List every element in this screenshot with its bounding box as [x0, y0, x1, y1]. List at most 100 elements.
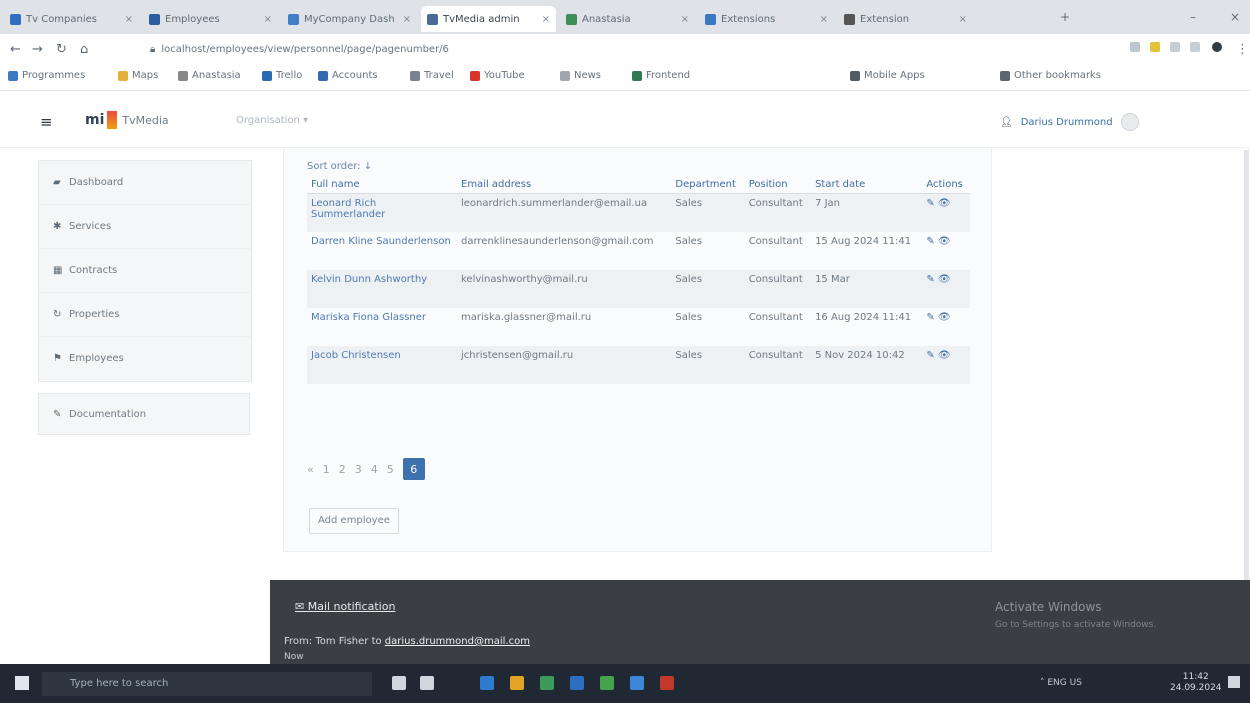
cell-name[interactable]: Kelvin Dunn Ashworthy: [307, 269, 457, 308]
minimize-icon[interactable]: –: [1190, 10, 1196, 24]
column-header-position[interactable]: Position: [744, 176, 812, 194]
cell-name[interactable]: Jacob Christensen: [307, 345, 457, 384]
cell-name[interactable]: Leonard Rich Summerlander: [307, 193, 457, 232]
notification-toast[interactable]: ✉︎ Mail notification From: Tom Fisher to…: [270, 580, 1250, 664]
close-window-icon[interactable]: ×: [1230, 10, 1240, 24]
taskbar-app-icon[interactable]: [630, 676, 644, 690]
taskbar-app-icon[interactable]: [600, 676, 614, 690]
browser-tab[interactable]: MyCompany Dash ×: [282, 6, 417, 32]
page-scrollbar[interactable]: [1244, 150, 1249, 580]
page-link[interactable]: 2: [339, 463, 346, 476]
browser-tab[interactable]: Employees ×: [143, 6, 278, 32]
extension-icon[interactable]: [1130, 42, 1140, 52]
url-input[interactable]: 🔒︎ localhost/employees/view/personnel/pag…: [150, 40, 670, 60]
close-icon[interactable]: ×: [816, 14, 828, 25]
row-actions[interactable]: ✎ 👁: [922, 232, 970, 270]
row-actions[interactable]: ✎ 👁: [922, 345, 970, 384]
bookmark-icon: [262, 70, 272, 81]
home-icon[interactable]: ⌂: [80, 42, 88, 57]
taskbar-app-icon[interactable]: [660, 676, 674, 690]
profile-icon[interactable]: [1212, 42, 1222, 52]
taskbar-search-input[interactable]: Type here to search: [42, 672, 372, 696]
user-menu[interactable]: 👤︎ Darius Drummond: [1000, 113, 1139, 131]
system-tray[interactable]: ˄ ENG US: [1040, 678, 1082, 688]
bookmark-item[interactable]: Anastasia: [178, 70, 241, 81]
task-view-icon[interactable]: [392, 676, 406, 690]
bookmark-item[interactable]: Travel: [410, 70, 454, 81]
row-actions[interactable]: ✎ 👁: [922, 308, 970, 346]
column-header-department[interactable]: Department: [671, 176, 745, 194]
close-icon[interactable]: ×: [399, 14, 411, 25]
notifications-icon[interactable]: [1228, 676, 1240, 688]
browser-tab[interactable]: Extension ×: [838, 6, 973, 32]
browser-tab-active[interactable]: TvMedia admin ×: [421, 6, 556, 32]
column-header-email[interactable]: Email address: [457, 176, 672, 194]
sidebar-item-dashboard[interactable]: ▰ Dashboard: [39, 161, 251, 205]
bookmark-item[interactable]: Other bookmarks: [1000, 70, 1101, 81]
column-header-date[interactable]: Start date: [811, 176, 923, 194]
close-icon[interactable]: ×: [677, 14, 689, 25]
sort-indicator[interactable]: Sort order: ↓: [307, 161, 372, 172]
column-header-name[interactable]: Full name: [307, 176, 457, 194]
page-current[interactable]: 6: [402, 458, 425, 480]
bookmark-item[interactable]: Mobile Apps: [850, 70, 925, 81]
sidebar-item-contracts[interactable]: ▦ Contracts: [39, 249, 251, 293]
sidebar-item-services[interactable]: ✱ Services: [39, 205, 251, 249]
menu-dots-icon[interactable]: ⋮: [1236, 42, 1249, 57]
page-link[interactable]: 3: [355, 463, 362, 476]
context-selector-label: Organisation: [236, 115, 300, 126]
bookmark-item[interactable]: YouTube: [470, 70, 525, 81]
edit-view-icons[interactable]: ✎ 👁: [926, 350, 950, 361]
hamburger-menu-icon[interactable]: ≡: [40, 113, 53, 131]
extension-icon[interactable]: [1170, 42, 1180, 52]
sidebar-item-properties[interactable]: ↻ Properties: [39, 293, 251, 337]
reload-icon[interactable]: ↻: [56, 42, 67, 57]
taskbar-app-icon[interactable]: [480, 676, 494, 690]
bookmark-item[interactable]: Frontend: [632, 70, 690, 81]
edit-view-icons[interactable]: ✎ 👁: [926, 236, 950, 247]
browser-tab[interactable]: Tv Companies ×: [4, 6, 139, 32]
close-icon[interactable]: ×: [260, 14, 272, 25]
page-prev[interactable]: «: [307, 463, 314, 476]
cell-name[interactable]: Darren Kline Saunderlenson: [307, 232, 457, 270]
edit-view-icons[interactable]: ✎ 👁: [926, 198, 950, 209]
context-selector[interactable]: Organisation ▾: [236, 115, 308, 126]
row-actions[interactable]: ✎ 👁: [922, 269, 970, 308]
page-link[interactable]: 5: [387, 463, 394, 476]
close-icon[interactable]: ×: [121, 14, 133, 25]
sidebar-item-documentation[interactable]: ✎ Documentation: [38, 393, 250, 435]
edit-view-icons[interactable]: ✎ 👁: [926, 312, 950, 323]
extension-icon[interactable]: [1190, 42, 1200, 52]
bookmark-item[interactable]: Maps: [118, 70, 158, 81]
app-logo[interactable]: mi TvMedia: [85, 111, 169, 129]
forward-icon[interactable]: →: [32, 42, 43, 57]
bookmark-item[interactable]: News: [560, 70, 601, 81]
close-icon[interactable]: ×: [955, 14, 967, 25]
close-icon[interactable]: ×: [538, 14, 550, 25]
add-employee-button[interactable]: Add employee: [309, 508, 399, 534]
page-link[interactable]: 1: [323, 463, 330, 476]
edit-view-icons[interactable]: ✎ 👁: [926, 274, 950, 285]
cell-email: mariska.glassner@mail.ru: [461, 311, 592, 323]
windows-start-icon[interactable]: [15, 676, 29, 690]
sidebar-item-employees[interactable]: ⚑ Employees: [39, 337, 251, 380]
browser-tab[interactable]: Extensions ×: [699, 6, 834, 32]
bookmark-label: Travel: [424, 70, 454, 81]
bookmark-item[interactable]: Accounts: [318, 70, 378, 81]
row-actions[interactable]: ✎ 👁: [922, 193, 970, 232]
taskbar-app-icon[interactable]: [570, 676, 584, 690]
widgets-icon[interactable]: [420, 676, 434, 690]
notification-recipient-link[interactable]: darius.drummond@mail.com: [385, 636, 530, 647]
notification-title[interactable]: ✉︎ Mail notification: [295, 600, 395, 613]
taskbar-app-icon[interactable]: [510, 676, 524, 690]
new-tab-icon[interactable]: +: [1060, 10, 1070, 24]
browser-tab[interactable]: Anastasia ×: [560, 6, 695, 32]
taskbar-clock[interactable]: 11:42 24.09.2024: [1170, 672, 1222, 694]
cell-name[interactable]: Mariska Fiona Glassner: [307, 308, 457, 346]
bookmark-item[interactable]: Trello: [262, 70, 302, 81]
extension-icon[interactable]: [1150, 42, 1160, 52]
taskbar-app-icon[interactable]: [540, 676, 554, 690]
back-icon[interactable]: ←: [10, 42, 21, 57]
page-link[interactable]: 4: [371, 463, 378, 476]
bookmark-item[interactable]: Programmes: [8, 70, 85, 81]
